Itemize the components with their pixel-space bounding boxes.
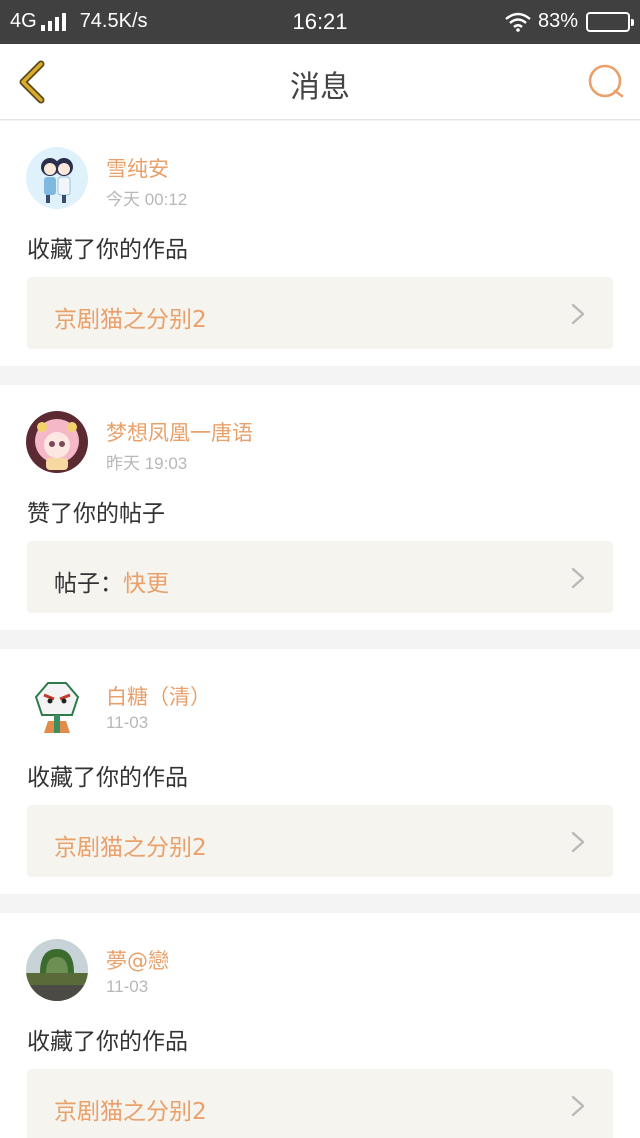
status-right: 83%	[504, 10, 634, 33]
username[interactable]: 白糖（清）	[106, 681, 211, 711]
reference-title: 快更	[123, 571, 169, 597]
username[interactable]: 梦想凤凰一唐语	[106, 417, 253, 447]
reference-title: 京剧猫之分别2	[54, 835, 207, 861]
reference-text: 帖子：快更	[54, 564, 169, 598]
username[interactable]: 雪纯安	[106, 153, 169, 183]
message-card: 白糖（清） 11-03 收藏了你的作品 京剧猫之分别2	[0, 649, 640, 894]
reference-text: 京剧猫之分别2	[54, 300, 207, 334]
message-time: 昨天 19:03	[106, 454, 188, 473]
reference-link[interactable]: 京剧猫之分别2	[27, 1069, 613, 1138]
nav-bar: 消息	[0, 44, 640, 120]
message-card: 雪纯安 今天 00:12 收藏了你的作品 京剧猫之分别2	[0, 121, 640, 366]
action-text: 收藏了你的作品	[27, 1029, 188, 1055]
chevron-right-icon	[571, 567, 585, 589]
battery-icon	[586, 11, 634, 32]
username[interactable]: 夢@戀	[106, 945, 169, 975]
search-icon[interactable]	[586, 62, 626, 102]
chevron-right-icon	[571, 831, 585, 853]
reference-text: 京剧猫之分别2	[54, 828, 207, 862]
action-text: 收藏了你的作品	[27, 237, 188, 263]
avatar[interactable]	[26, 411, 88, 473]
avatar[interactable]	[26, 675, 88, 737]
reference-link[interactable]: 京剧猫之分别2	[27, 277, 613, 349]
status-bar: 4G 74.5K/s 16:21 83%	[0, 0, 640, 44]
reference-link[interactable]: 帖子：快更	[27, 541, 613, 613]
message-time: 11-03	[106, 713, 149, 732]
avatar[interactable]	[26, 147, 88, 209]
reference-link[interactable]: 京剧猫之分别2	[27, 805, 613, 877]
action-text: 赞了你的帖子	[27, 501, 165, 527]
reference-title: 京剧猫之分别2	[54, 307, 207, 333]
message-time: 今天 00:12	[106, 190, 188, 209]
reference-title: 京剧猫之分别2	[54, 1099, 207, 1125]
reference-text: 京剧猫之分别2	[54, 1092, 207, 1126]
message-time: 11-03	[106, 977, 149, 996]
message-list: 雪纯安 今天 00:12 收藏了你的作品 京剧猫之分别2 梦想凤凰一唐语 昨天 …	[0, 121, 640, 1138]
message-card: 梦想凤凰一唐语 昨天 19:03 赞了你的帖子 帖子：快更	[0, 385, 640, 630]
reference-prefix: 帖子：	[54, 571, 123, 597]
chevron-left-icon[interactable]	[14, 58, 54, 106]
action-text: 收藏了你的作品	[27, 765, 188, 791]
page-title: 消息	[290, 70, 350, 105]
chevron-right-icon	[571, 303, 585, 325]
message-card: 夢@戀 11-03 收藏了你的作品 京剧猫之分别2	[0, 913, 640, 1138]
battery-percent: 83%	[537, 10, 578, 32]
avatar[interactable]	[26, 939, 88, 1001]
wifi-icon	[505, 12, 531, 32]
chevron-right-icon	[571, 1095, 585, 1117]
